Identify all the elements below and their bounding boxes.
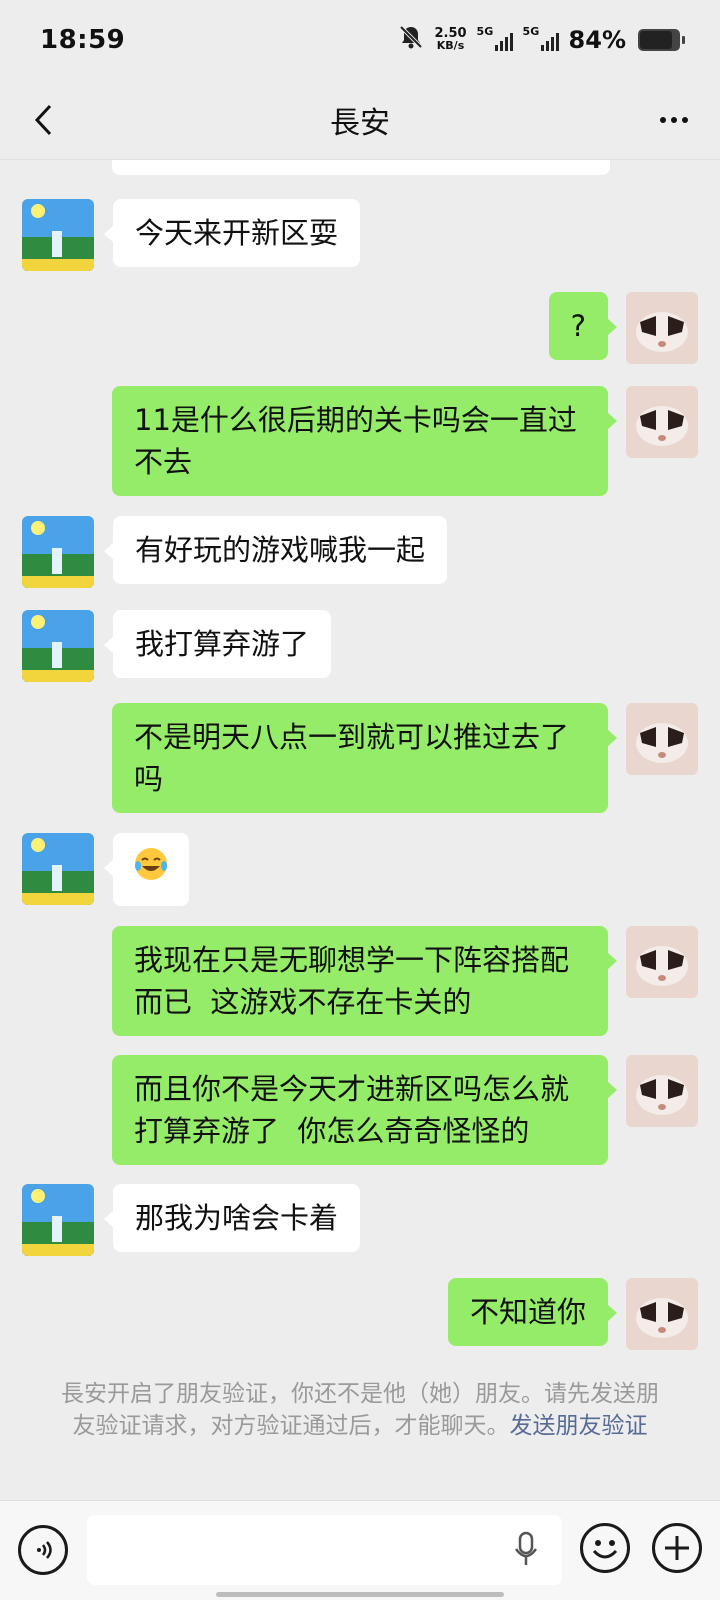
incoming-bubble[interactable] [104,833,189,906]
network-speed: 2.50 KB/s [434,27,466,52]
more-options-button[interactable] [650,96,698,144]
message-list[interactable]: 今天来开新区耍 ? 11是什么很后期的关卡吗会一直过不去 有好玩的游戏喊我一起 … [0,160,720,1500]
input-bar [0,1500,720,1600]
emoji-button[interactable] [580,1523,630,1573]
chat-header: 長安 [0,80,720,160]
avatar[interactable] [22,833,94,905]
mic-icon[interactable] [514,1531,538,1573]
previous-message-bubble [112,160,610,175]
battery-icon [638,29,685,51]
avatar[interactable] [22,610,94,682]
laughing-crying-emoji-icon [133,846,169,893]
chevron-left-icon [34,104,52,136]
incoming-bubble[interactable]: 那我为啥会卡着 [103,1184,361,1252]
outgoing-bubble[interactable]: 我现在只是无聊想学一下阵容搭配而已 这游戏不存在卡关的 [112,926,617,1036]
outgoing-bubble[interactable]: 11是什么很后期的关卡吗会一直过不去 [112,386,617,496]
send-verification-link[interactable]: 发送朋友验证 [510,1413,648,1439]
outgoing-bubble[interactable]: 不知道你 [447,1278,618,1346]
voice-toggle-button[interactable] [18,1525,68,1575]
incoming-bubble[interactable]: 今天来开新区耍 [103,199,361,267]
signal-label: 5G [522,25,540,38]
avatar[interactable] [626,1055,698,1127]
emoji-icon [592,1540,618,1559]
avatar[interactable] [626,703,698,775]
outgoing-bubble[interactable]: ? [548,292,618,360]
chat-title: 長安 [330,105,390,141]
back-button[interactable] [20,96,68,144]
plus-icon [665,1536,689,1560]
home-indicator[interactable] [216,1592,504,1597]
message-input[interactable] [87,1515,562,1585]
status-time: 18:59 [40,25,126,55]
avatar[interactable] [22,516,94,588]
avatar[interactable] [626,292,698,364]
status-bar: 18:59 2.50 KB/s 5G 5G 84% [0,0,720,80]
avatar[interactable] [22,199,94,271]
voice-icon [37,1541,52,1559]
avatar[interactable] [626,1278,698,1350]
avatar[interactable] [626,926,698,998]
status-icons: 2.50 KB/s 5G 5G 84% [398,24,685,56]
ellipsis-icon [660,117,666,123]
friend-verification-notice: 長安开启了朋友验证，你还不是他（她）朋友。请先发送朋友验证请求，对方验证通过后，… [58,1378,662,1442]
signal-icon: 5G [523,25,559,51]
incoming-bubble[interactable]: 我打算弃游了 [103,610,332,678]
outgoing-bubble[interactable]: 不是明天八点一到就可以推过去了吗 [112,703,617,813]
mute-bell-icon [398,24,424,56]
avatar[interactable] [22,1184,94,1256]
outgoing-bubble[interactable]: 而且你不是今天才进新区吗怎么就打算弃游了 你怎么奇奇怪怪的 [112,1055,617,1165]
signal-label: 5G [476,25,494,38]
speed-unit: KB/s [436,39,465,52]
incoming-bubble[interactable]: 有好玩的游戏喊我一起 [103,516,448,584]
signal-icon: 5G [477,25,513,51]
more-functions-button[interactable] [652,1523,702,1573]
avatar[interactable] [626,386,698,458]
battery-percent: 84% [568,26,626,54]
